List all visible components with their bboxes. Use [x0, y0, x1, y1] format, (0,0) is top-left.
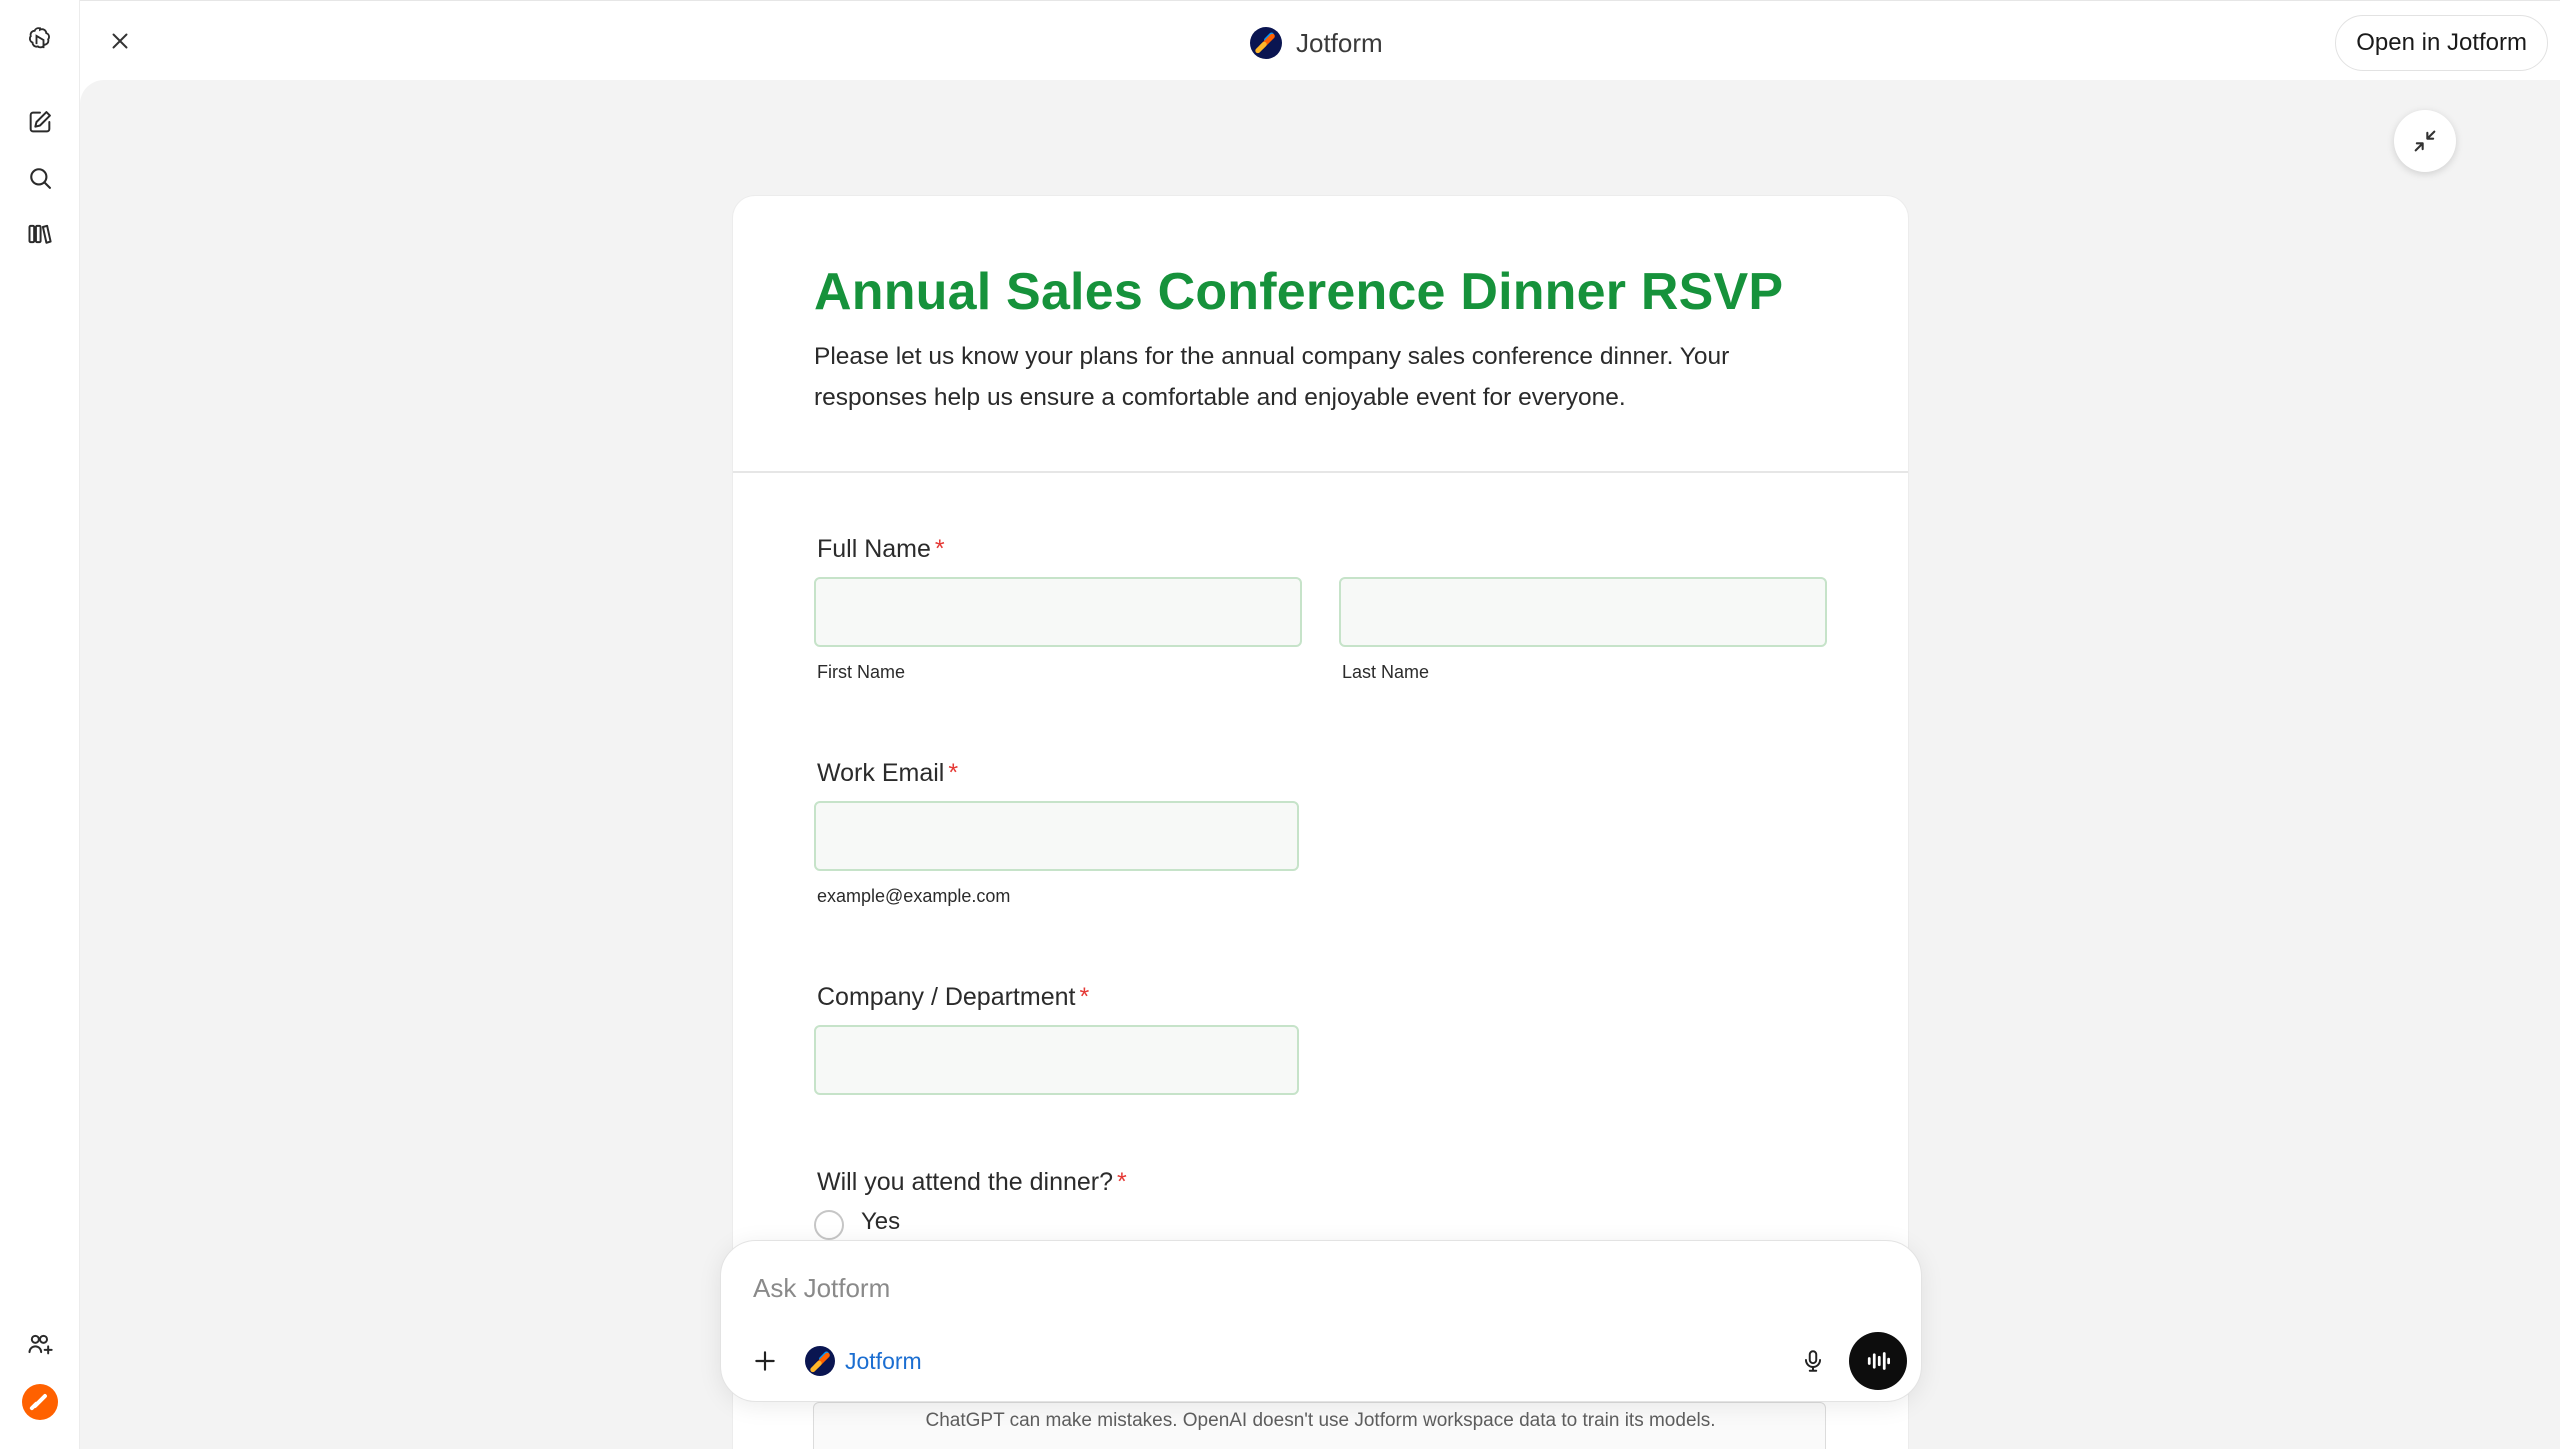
- work-email-label: Work Email *: [817, 759, 958, 788]
- form-title: Annual Sales Conference Dinner RSVP: [814, 263, 1784, 321]
- work-email-input[interactable]: [814, 801, 1299, 871]
- ask-input[interactable]: [753, 1263, 1853, 1313]
- search-icon[interactable]: [20, 158, 60, 198]
- microphone-icon[interactable]: [1793, 1341, 1833, 1381]
- required-asterisk: *: [1079, 983, 1090, 1011]
- last-name-sublabel: Last Name: [1342, 662, 1430, 682]
- required-asterisk: *: [934, 535, 945, 563]
- add-people-icon[interactable]: [20, 1324, 60, 1364]
- app-chip-label: Jotform: [845, 1347, 922, 1374]
- jotform-logo-icon: [805, 1346, 835, 1376]
- jotform-app-icon[interactable]: [20, 1382, 60, 1422]
- full-name-label-text: Full Name: [817, 535, 931, 563]
- work-email-label-text: Work Email: [817, 759, 945, 787]
- new-chat-icon[interactable]: [20, 102, 60, 142]
- app-title-text: Jotform: [1296, 27, 1383, 58]
- attend-yes-radio[interactable]: [814, 1210, 844, 1240]
- attend-label: Will you attend the dinner? *: [817, 1168, 1127, 1197]
- open-in-jotform-button[interactable]: Open in Jotform: [2335, 15, 2548, 71]
- jotform-logo-icon: [1250, 27, 1282, 59]
- app-title: Jotform: [1250, 23, 1383, 63]
- voice-mode-icon[interactable]: [1849, 1332, 1907, 1390]
- required-asterisk: *: [1117, 1168, 1127, 1196]
- required-asterisk: *: [948, 759, 959, 787]
- attend-yes-label: Yes: [861, 1208, 901, 1235]
- left-rail: [0, 0, 80, 1449]
- first-name-input[interactable]: [814, 577, 1302, 647]
- company-input[interactable]: [814, 1025, 1299, 1095]
- form-header: Annual Sales Conference Dinner RSVP Plea…: [733, 196, 1908, 473]
- full-name-label: Full Name *: [817, 535, 945, 564]
- collapse-icon[interactable]: [2394, 110, 2456, 172]
- company-label-text: Company / Department: [817, 983, 1076, 1011]
- top-bar: Jotform Open in Jotform: [80, 0, 2560, 80]
- attend-label-text: Will you attend the dinner?: [817, 1168, 1114, 1196]
- library-icon[interactable]: [20, 214, 60, 254]
- first-name-sublabel: First Name: [817, 662, 906, 682]
- disclaimer-text: ChatGPT can make mistakes. OpenAI doesn'…: [925, 1410, 1716, 1431]
- work-email-sublabel: example@example.com: [817, 886, 1011, 906]
- close-icon[interactable]: [100, 21, 140, 61]
- plus-icon[interactable]: [747, 1343, 783, 1379]
- openai-logo-icon[interactable]: [20, 20, 60, 60]
- chat-composer: Jotform: [720, 1240, 1922, 1402]
- form-description: Please let us know your plans for the an…: [814, 343, 1730, 411]
- last-name-input[interactable]: [1339, 577, 1827, 647]
- jotform-app-chip[interactable]: Jotform: [805, 1341, 922, 1381]
- company-label: Company / Department *: [817, 983, 1089, 1012]
